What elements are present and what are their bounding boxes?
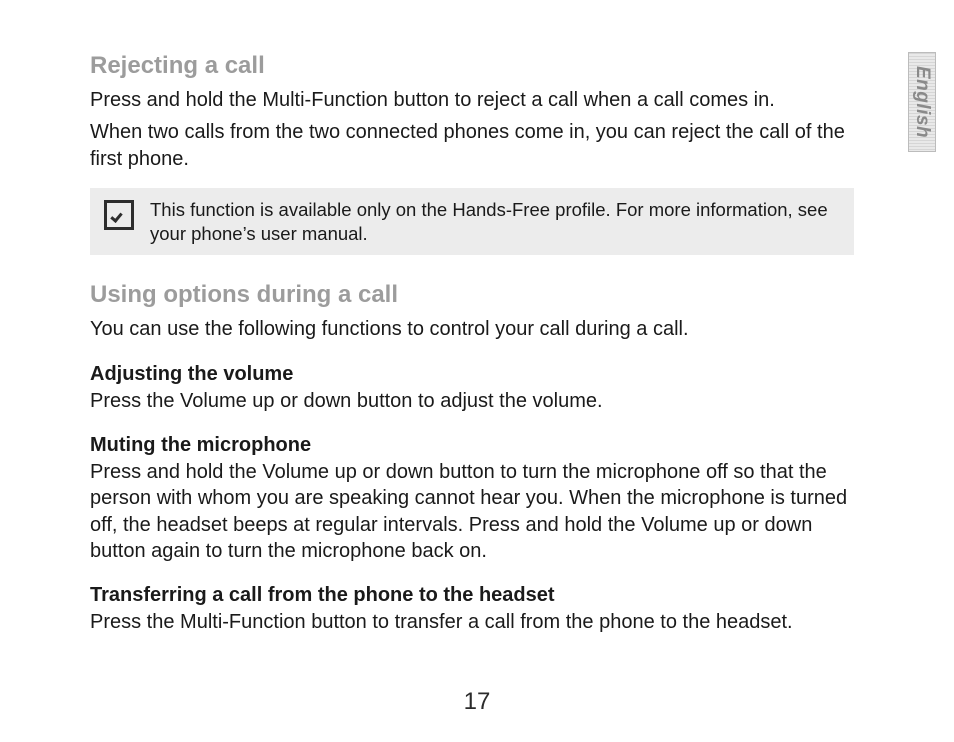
heading-using-options: Using options during a call: [90, 281, 854, 310]
subheading-transfer: Transferring a call from the phone to th…: [90, 584, 854, 607]
subheading-mute: Muting the microphone: [90, 434, 854, 457]
paragraph: Press and hold the Multi-Function button…: [90, 87, 854, 113]
paragraph: When two calls from the two connected ph…: [90, 119, 854, 172]
note-box: This function is available only on the H…: [90, 188, 854, 255]
heading-rejecting-call: Rejecting a call: [90, 52, 854, 81]
language-tab: English: [908, 52, 936, 152]
subheading-volume: Adjusting the volume: [90, 363, 854, 386]
language-label: English: [911, 66, 933, 138]
note-text: This function is available only on the H…: [150, 198, 834, 245]
checkbox-icon: [104, 200, 134, 230]
page-number: 17: [0, 688, 954, 716]
paragraph: Press and hold the Volume up or down but…: [90, 459, 854, 565]
paragraph: Press the Multi-Function button to trans…: [90, 609, 854, 635]
manual-page: English Rejecting a call Press and hold …: [0, 0, 954, 742]
paragraph: Press the Volume up or down button to ad…: [90, 388, 854, 414]
paragraph: You can use the following functions to c…: [90, 316, 854, 342]
